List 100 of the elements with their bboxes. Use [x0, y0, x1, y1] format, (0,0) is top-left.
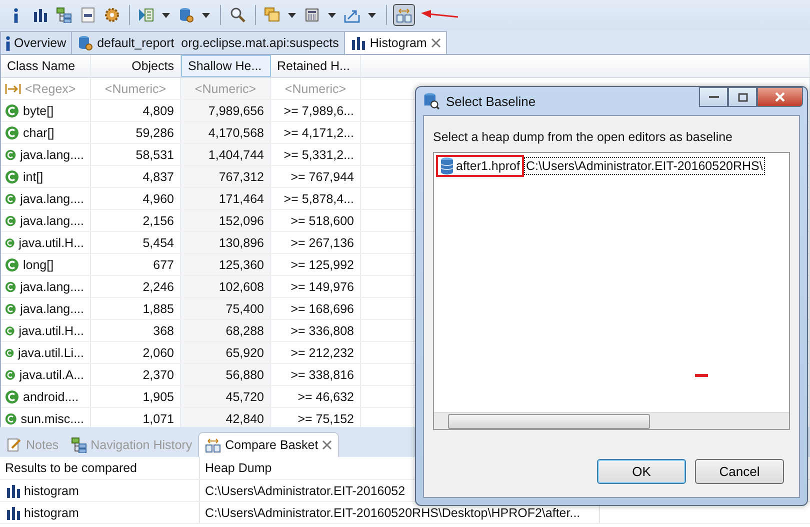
- class-name: android....: [23, 390, 79, 404]
- list-item[interactable]: after1.hprof C:\Users\Administrator.EIT-20160520RHS\: [436, 155, 787, 177]
- close-icon[interactable]: [322, 440, 332, 450]
- result-name: histogram: [24, 484, 79, 498]
- class-icon: [5, 368, 16, 382]
- info-icon: [6, 36, 10, 50]
- class-name: java.util.H...: [18, 324, 84, 338]
- tab-label: Compare Basket: [225, 438, 318, 452]
- horizontal-scrollbar[interactable]: [434, 412, 789, 429]
- caret-icon: [288, 12, 296, 18]
- class-icon: [5, 126, 19, 140]
- calculator-icon: [304, 7, 320, 23]
- bar-chart-icon: [350, 35, 366, 51]
- class-icon: [5, 214, 16, 228]
- file-name: after1.hprof: [456, 159, 520, 173]
- table-cell: 171,464: [181, 188, 271, 209]
- class-name: char[]: [23, 126, 54, 140]
- class-name: java.util.A...: [19, 368, 84, 382]
- class-name: java.util.H...: [18, 236, 84, 250]
- class-name: java.lang....: [20, 214, 84, 228]
- dialog-title: Select Baseline: [446, 94, 536, 108]
- minimize-button[interactable]: [699, 87, 728, 107]
- editor-tab[interactable]: default_report org.eclipse.mat.api:suspects: [71, 31, 345, 54]
- class-name: long[]: [23, 258, 54, 272]
- table-cell: >= 149,976: [271, 276, 361, 297]
- table-cell: >= 767,944: [271, 166, 361, 187]
- column-header[interactable]: Shallow He...: [181, 55, 271, 77]
- caret-icon: [328, 12, 336, 18]
- table-cell: >= 4,171,2...: [271, 122, 361, 143]
- column-header[interactable]: Class Name: [1, 55, 91, 77]
- result-name: histogram: [24, 506, 79, 520]
- close-icon[interactable]: [430, 38, 441, 48]
- class-icon: [5, 192, 16, 206]
- column-header[interactable]: Retained H...: [271, 55, 361, 77]
- table-cell: >= 125,992: [271, 254, 361, 275]
- tab-label: Navigation History: [90, 438, 192, 452]
- table-cell: 130,896: [181, 232, 271, 253]
- annotation-arrow: [421, 10, 459, 20]
- toolbar-button[interactable]: [393, 4, 415, 26]
- table-cell: >= 212,232: [271, 342, 361, 363]
- table-cell: >= 5,331,2...: [271, 144, 361, 165]
- close-button[interactable]: [757, 87, 803, 107]
- class-icon: [5, 170, 19, 184]
- tab-label: Overview: [14, 36, 66, 50]
- tab-label: Notes: [26, 438, 59, 452]
- class-icon: [5, 280, 16, 294]
- class-name: java.lang....: [20, 148, 84, 162]
- table-cell: 1,404,744: [181, 144, 271, 165]
- table-cell: 56,880: [181, 364, 271, 385]
- table-cell: 767,312: [181, 166, 271, 187]
- caret-icon: [368, 12, 376, 18]
- column-header[interactable]: Results to be compared: [0, 457, 200, 479]
- table-cell: 102,608: [181, 276, 271, 297]
- table-cell: 4,170,568: [181, 122, 271, 143]
- table-cell: >= 168,696: [271, 298, 361, 319]
- maximize-button[interactable]: [728, 87, 757, 107]
- stacked-windows-icon: [264, 7, 280, 23]
- tree-icon: [56, 7, 72, 23]
- class-name: java.lang....: [20, 192, 84, 206]
- tree-icon: [70, 437, 87, 453]
- table-cell: >= 75,152: [271, 408, 361, 427]
- caret-icon: [202, 12, 210, 18]
- class-icon: [5, 390, 19, 404]
- notes-icon: [6, 437, 22, 453]
- table-cell: 75,400: [181, 298, 271, 319]
- table-cell: 45,720: [181, 386, 271, 407]
- list-icon: [138, 7, 154, 23]
- close-icon: [774, 92, 786, 102]
- editor-tab[interactable]: Overview: [0, 31, 72, 54]
- bar-chart-icon: [32, 7, 48, 23]
- cancel-button[interactable]: Cancel: [695, 459, 784, 484]
- panel-tab[interactable]: Compare Basket: [198, 432, 340, 457]
- caret-icon: [162, 12, 170, 18]
- class-name: byte[]: [23, 104, 54, 118]
- table-cell: >= 336,808: [271, 320, 361, 341]
- table-cell: >= 267,136: [271, 232, 361, 253]
- class-name: sun.misc....: [20, 412, 84, 426]
- table-cell: 65,920: [181, 342, 271, 363]
- compare-icon: [396, 7, 412, 23]
- class-icon: [5, 324, 15, 338]
- table-cell: >= 5,878,4...: [271, 188, 361, 209]
- editor-tab[interactable]: Histogram: [344, 31, 447, 54]
- gear-icon: [104, 7, 120, 23]
- class-icon: [5, 258, 19, 272]
- bar-chart-icon: [5, 504, 21, 520]
- class-icon: [5, 302, 16, 316]
- maximize-icon: [738, 92, 748, 102]
- table-cell: 68,288: [181, 320, 271, 341]
- table-cell: 125,360: [181, 254, 271, 275]
- database-icon: [440, 157, 454, 175]
- table-cell: >= 46,632: [271, 386, 361, 407]
- annotation-mark: [695, 374, 708, 377]
- ok-button[interactable]: OK: [597, 459, 686, 484]
- tab-label: default_report org.eclipse.mat.api:suspects: [97, 36, 339, 50]
- database-gear-icon: [77, 35, 94, 51]
- database-search-icon: [422, 92, 440, 110]
- table-cell: 152,096: [181, 210, 271, 231]
- class-name: java.lang....: [20, 302, 84, 316]
- table-cell: >= 7,989,6...: [271, 100, 361, 121]
- class-icon: [5, 236, 15, 250]
